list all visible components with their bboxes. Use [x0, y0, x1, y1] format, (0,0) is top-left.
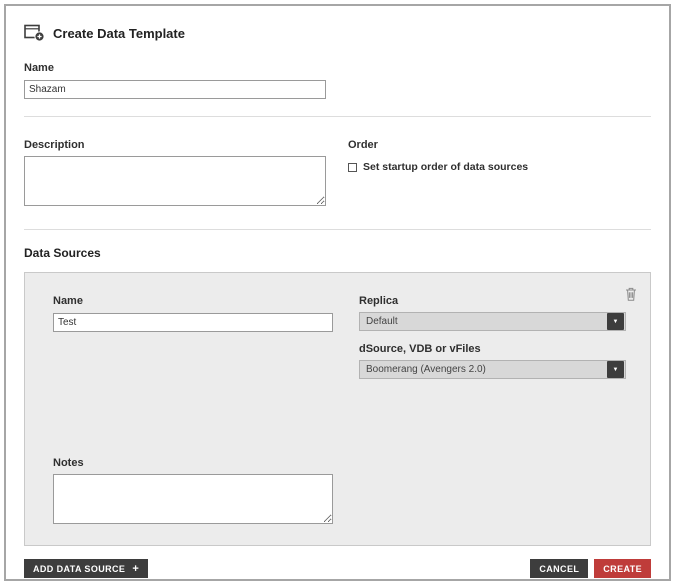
- description-textarea[interactable]: [24, 156, 326, 206]
- add-data-source-button[interactable]: ADD DATA SOURCE +: [24, 559, 148, 578]
- dsource-field-group: dSource, VDB or vFiles Boomerang (Avenge…: [359, 343, 626, 379]
- startup-order-checkbox[interactable]: [348, 163, 357, 172]
- chevron-down-icon: ▼: [607, 313, 624, 330]
- chevron-down-icon: ▼: [607, 361, 624, 378]
- description-label: Description: [24, 139, 326, 151]
- dialog-header: Create Data Template: [24, 24, 651, 42]
- data-source-card: Name Replica Default ▼ dSource, VDB or v…: [24, 272, 651, 546]
- replica-selected-value: Default: [360, 316, 607, 327]
- replica-select[interactable]: Default ▼: [359, 312, 626, 331]
- replica-label: Replica: [359, 295, 626, 307]
- create-button[interactable]: CREATE: [594, 559, 651, 578]
- notes-label: Notes: [53, 457, 622, 469]
- template-name-label: Name: [24, 62, 651, 74]
- notes-textarea[interactable]: [53, 474, 333, 524]
- dsource-selected-value: Boomerang (Avengers 2.0): [360, 364, 607, 375]
- replica-field-group: Replica Default ▼: [359, 295, 626, 331]
- dialog-footer: ADD DATA SOURCE + CANCEL CREATE: [24, 559, 651, 578]
- data-source-name-label: Name: [53, 295, 333, 307]
- data-source-name-input[interactable]: [53, 313, 333, 332]
- notes-field-group: Notes: [53, 457, 622, 529]
- dsource-label: dSource, VDB or vFiles: [359, 343, 626, 355]
- order-label: Order: [348, 139, 528, 151]
- create-data-template-dialog: Create Data Template Name Description Or…: [4, 4, 671, 581]
- divider: [24, 229, 651, 230]
- delete-data-source-button[interactable]: [625, 287, 637, 301]
- page-title: Create Data Template: [53, 26, 185, 41]
- data-template-add-icon: [24, 24, 45, 42]
- order-field-group: Order Set startup order of data sources: [348, 139, 528, 211]
- template-name-field-group: Name: [24, 62, 651, 99]
- startup-order-checkbox-label: Set startup order of data sources: [363, 161, 528, 173]
- cancel-button-label: CANCEL: [539, 564, 579, 574]
- data-source-name-group: Name: [53, 295, 333, 379]
- trash-icon: [625, 289, 637, 304]
- template-name-input[interactable]: [24, 80, 326, 99]
- cancel-button[interactable]: CANCEL: [530, 559, 588, 578]
- dsource-select[interactable]: Boomerang (Avengers 2.0) ▼: [359, 360, 626, 379]
- data-sources-heading: Data Sources: [24, 246, 651, 260]
- startup-order-checkbox-row[interactable]: Set startup order of data sources: [348, 161, 528, 173]
- add-data-source-label: ADD DATA SOURCE: [33, 564, 125, 574]
- description-field-group: Description: [24, 139, 326, 211]
- divider: [24, 116, 651, 117]
- create-button-label: CREATE: [603, 564, 642, 574]
